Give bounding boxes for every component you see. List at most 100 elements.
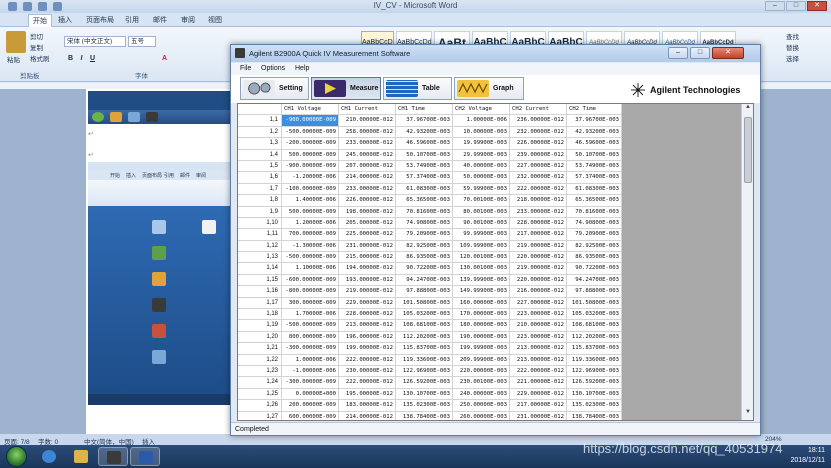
embedded-screenshot-desktop[interactable]: 开始 插入 页面布局 引用 邮件 审阅 <box>88 162 230 405</box>
table-cell-ch2-current[interactable]: 219.00000E-012 <box>510 263 567 275</box>
table-cell-ch1-voltage[interactable]: -300.00000E-009 <box>282 377 339 389</box>
table-row[interactable]: 1,14 1.10000E-006 194.00000E-012 90.72200E-… <box>238 263 622 275</box>
table-cell-ch1-voltage[interactable]: -500.00000E-009 <box>282 252 339 264</box>
table-cell-ch2-voltage[interactable]: 1.00000E-006 <box>453 115 510 127</box>
table-row[interactable]: 1,13 -500.00000E-009 215.00000E-012 86.9350… <box>238 252 622 264</box>
table-cell-ch1-current[interactable]: 214.00000E-012 <box>339 411 396 420</box>
bold-button[interactable]: B <box>66 54 75 63</box>
column-header-ch1-current[interactable]: CH1 Current <box>339 104 396 116</box>
clock-date[interactable]: 2018/12/11 <box>790 457 825 464</box>
tab-view[interactable]: 视图 <box>208 15 222 25</box>
table-row[interactable]: 1,18 1.70000E-006 228.00000E-012 105.03200E… <box>238 309 622 321</box>
row-header-cell[interactable]: 1,23 <box>238 365 282 378</box>
app-minimize-button[interactable]: – <box>668 47 688 59</box>
paste-label[interactable]: 粘贴 <box>7 54 20 64</box>
scroll-up-arrow[interactable]: ▲ <box>742 104 753 115</box>
table-row[interactable]: 1,19 -500.00000E-009 213.00000E-012 108.681… <box>238 320 622 332</box>
select-command[interactable]: 选择 <box>786 53 799 63</box>
table-row[interactable]: 1,22 1.00000E-006 222.00000E-012 119.33600E… <box>238 354 622 366</box>
table-row[interactable]: 1,8 1.40000E-006 226.00000E-012 65.36500E-0… <box>238 195 622 207</box>
table-cell-ch1-current[interactable]: 199.00000E-012 <box>339 343 396 355</box>
row-header-cell[interactable]: 1,16 <box>238 286 282 298</box>
table-cell-ch2-current[interactable]: 227.00000E-012 <box>510 160 567 173</box>
row-header-cell[interactable]: 1,3 <box>238 138 282 150</box>
row-header-cell[interactable]: 1,6 <box>238 172 282 184</box>
row-header-cell[interactable]: 1,22 <box>238 354 282 366</box>
row-header-cell[interactable]: 1,26 <box>238 400 282 412</box>
table-cell-ch1-time[interactable]: 37.96700E-003 <box>396 115 453 127</box>
table-cell-ch1-current[interactable]: 233.00000E-012 <box>339 138 396 150</box>
table-cell-ch2-voltage[interactable]: 190.00000E-003 <box>453 331 510 344</box>
table-cell-ch1-voltage[interactable]: -300.00000E-009 <box>282 343 339 355</box>
table-cell-ch2-time[interactable]: 61.08300E-003 <box>567 183 622 196</box>
table-cell-ch1-time[interactable]: 53.74900E-003 <box>396 160 453 173</box>
table-cell-ch2-voltage[interactable]: 70.00100E-003 <box>453 195 510 207</box>
table-cell-ch2-voltage[interactable]: 139.99900E-003 <box>453 274 510 287</box>
table-cell-ch2-voltage[interactable]: 220.00000E-003 <box>453 365 510 378</box>
table-cell-ch1-current[interactable]: 231.00000E-012 <box>339 240 396 253</box>
menu-file[interactable]: File <box>240 65 251 72</box>
table-cell-ch1-voltage[interactable]: 1.00000E-006 <box>282 354 339 366</box>
table-cell-ch1-voltage[interactable]: 800.00000E-009 <box>282 331 339 344</box>
table-cell-ch2-voltage[interactable]: 209.99900E-003 <box>453 354 510 366</box>
table-cell-ch1-time[interactable]: 108.68100E-003 <box>396 320 453 332</box>
table-cell-ch1-voltage[interactable]: 1.40000E-006 <box>282 195 339 207</box>
table-cell-ch1-voltage[interactable]: -1.00000E-006 <box>282 365 339 378</box>
table-cell-ch1-voltage[interactable]: -800.00000E-009 <box>282 286 339 298</box>
app-close-button[interactable]: ✕ <box>712 47 744 59</box>
table-cell-ch1-current[interactable]: 258.00000E-012 <box>339 126 396 139</box>
table-cell-ch1-time[interactable]: 90.72200E-003 <box>396 263 453 275</box>
table-cell-ch2-current[interactable]: 222.00000E-012 <box>510 183 567 196</box>
table-cell-ch1-time[interactable]: 65.36500E-003 <box>396 195 453 207</box>
table-cell-ch2-voltage[interactable]: 130.00100E-003 <box>453 263 510 275</box>
table-cell-ch1-current[interactable]: 193.00000E-012 <box>339 274 396 287</box>
row-header-cell[interactable]: 1,2 <box>238 126 282 139</box>
table-cell-ch2-time[interactable]: 82.92500E-003 <box>567 240 622 253</box>
row-header-cell[interactable]: 1,19 <box>238 320 282 332</box>
table-cell-ch1-voltage[interactable]: -900.00000E-009 <box>282 160 339 173</box>
table-cell-ch1-current[interactable]: 233.00000E-012 <box>339 183 396 196</box>
table-row[interactable]: 1,10 1.20000E-006 205.00000E-012 74.90800E-… <box>238 217 622 230</box>
table-row[interactable]: 1,26 200.00000E-009 183.00000E-012 135.0230… <box>238 400 622 412</box>
table-cell-ch1-time[interactable]: 74.90800E-003 <box>396 217 453 230</box>
row-header-cell[interactable]: 1,21 <box>238 343 282 355</box>
table-cell-ch2-current[interactable]: 232.00000E-012 <box>510 126 567 139</box>
table-cell-ch2-voltage[interactable]: 99.99900E-003 <box>453 229 510 241</box>
table-cell-ch2-voltage[interactable]: 199.99900E-003 <box>453 343 510 355</box>
column-header-ch2-current[interactable]: CH2 Current <box>510 104 567 116</box>
table-row[interactable]: 1,3 -200.00000E-009 233.00000E-012 46.59600… <box>238 138 622 150</box>
tab-references[interactable]: 引用 <box>125 15 139 25</box>
column-header-row-header[interactable] <box>238 104 282 116</box>
table-row[interactable]: 1,24 -300.00000E-009 222.00000E-012 126.592… <box>238 377 622 389</box>
column-header-ch1-time[interactable]: CH1 Time <box>396 104 453 116</box>
table-cell-ch2-current[interactable]: 231.00000E-012 <box>510 411 567 420</box>
table-cell-ch1-current[interactable]: 245.00000E-012 <box>339 149 396 161</box>
column-header-ch2-voltage[interactable]: CH2 Voltage <box>453 104 510 116</box>
table-cell-ch1-time[interactable]: 138.78400E-003 <box>396 411 453 420</box>
app-maximize-button[interactable]: □ <box>690 47 710 59</box>
table-cell-ch2-time[interactable]: 101.50800E-003 <box>567 297 622 310</box>
row-header-cell[interactable]: 1,18 <box>238 309 282 321</box>
table-cell-ch2-time[interactable]: 97.88800E-003 <box>567 286 622 298</box>
table-cell-ch1-time[interactable]: 126.59200E-003 <box>396 377 453 389</box>
table-cell-ch1-voltage[interactable]: -900.00000E-009 <box>282 115 339 127</box>
table-cell-ch1-current[interactable]: 210.00000E-012 <box>339 115 396 127</box>
table-cell-ch2-time[interactable]: 37.96700E-003 <box>567 115 622 127</box>
table-cell-ch1-voltage[interactable]: 600.00000E-009 <box>282 411 339 420</box>
row-header-cell[interactable]: 1,24 <box>238 377 282 389</box>
table-cell-ch2-current[interactable]: 213.00000E-012 <box>510 343 567 355</box>
table-cell-ch2-current[interactable]: 219.00000E-012 <box>510 240 567 253</box>
table-button[interactable]: Table <box>383 77 452 100</box>
table-cell-ch2-current[interactable]: 221.00000E-012 <box>510 377 567 389</box>
scroll-thumb[interactable] <box>744 117 752 183</box>
vertical-scrollbar[interactable]: ▲ ▼ <box>741 104 753 420</box>
tab-page-layout[interactable]: 页面布局 <box>86 15 114 25</box>
table-cell-ch2-time[interactable]: 74.90800E-003 <box>567 217 622 230</box>
table-cell-ch1-time[interactable]: 122.96900E-003 <box>396 365 453 378</box>
table-cell-ch1-current[interactable]: 213.00000E-012 <box>339 320 396 332</box>
taskbar-word[interactable] <box>130 447 160 466</box>
tab-home[interactable]: 开始 <box>28 14 52 27</box>
table-cell-ch2-current[interactable]: 227.00000E-012 <box>510 297 567 310</box>
row-header-cell[interactable]: 1,15 <box>238 274 282 287</box>
table-cell-ch1-time[interactable]: 119.33600E-003 <box>396 354 453 366</box>
